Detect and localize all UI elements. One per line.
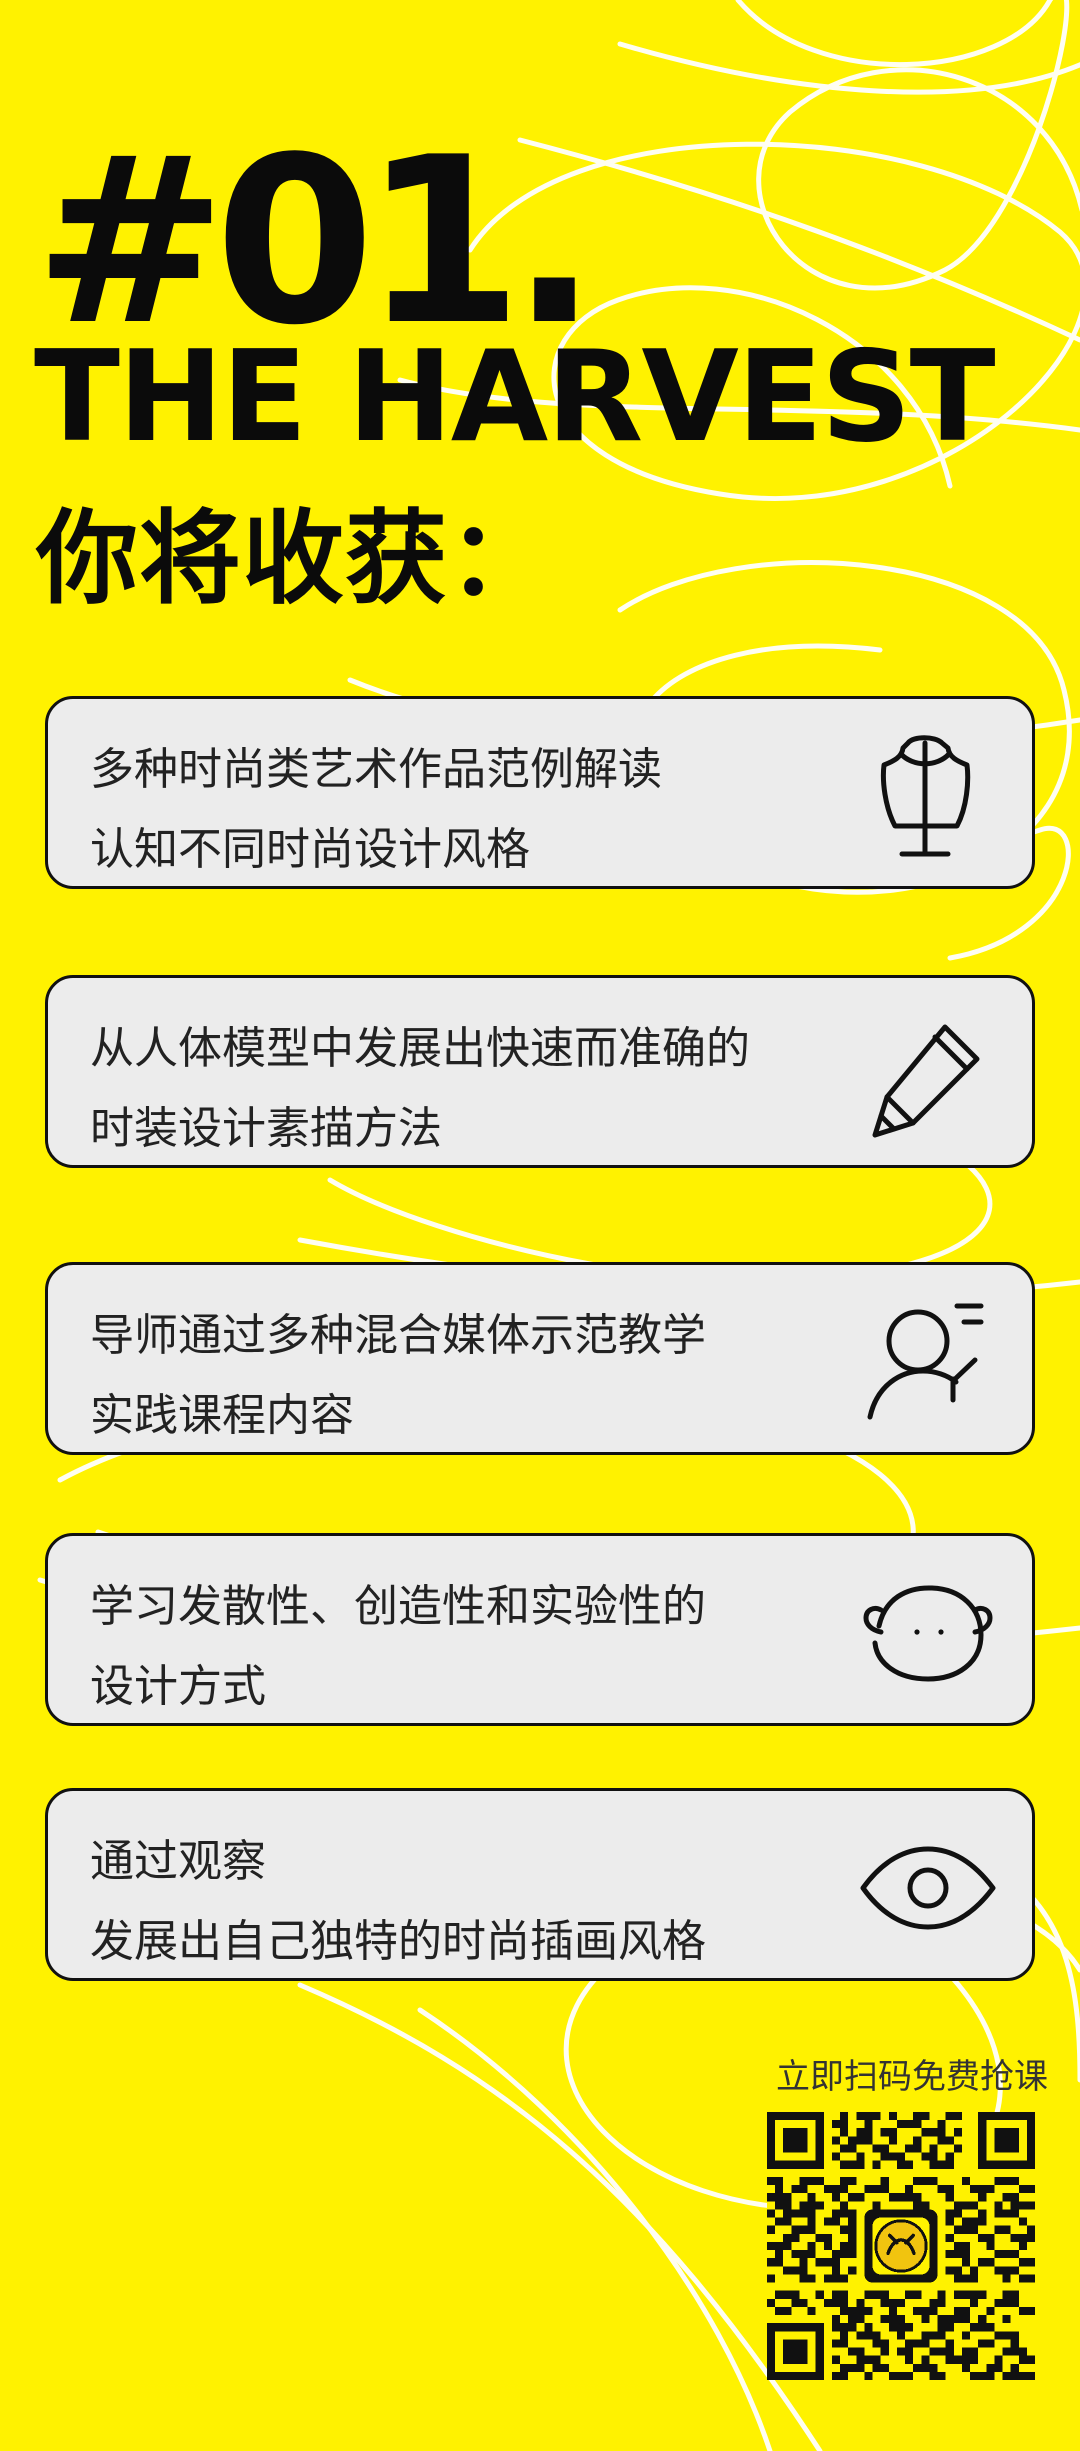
eye-icon (860, 1846, 996, 1930)
hero-title: THE HARVEST (34, 323, 996, 470)
benefit-card-line: 实践课程内容 (90, 1390, 354, 1441)
benefit-card-line: 发展出自己独特的时尚插画风格 (90, 1916, 706, 1967)
benefit-card-text: 学习发散性、创造性和实验性的 设计方式 (90, 1567, 850, 1723)
benefit-card-line: 从人体模型中发展出快速而准确的 (90, 1023, 750, 1074)
instructor-icon (867, 1303, 984, 1420)
benefit-card-art-reading: 多种时尚类艺术作品范例解读 认知不同时尚设计风格 (45, 696, 1035, 889)
benefit-card-line: 学习发散性、创造性和实验性的 (90, 1581, 706, 1632)
hero-subtitle: 你将收获： (36, 500, 551, 619)
benefit-card-line: 设计方式 (90, 1661, 266, 1712)
benefit-card-drawing-method: 从人体模型中发展出快速而准确的 时装设计素描方法 (45, 975, 1035, 1168)
benefit-card-line: 通过观察 (90, 1836, 266, 1887)
benefit-card-mixed-media: 导师通过多种混合媒体示范教学 实践课程内容 (45, 1262, 1035, 1455)
benefit-card-line: 认知不同时尚设计风格 (90, 824, 530, 875)
benefit-card-observation-style: 通过观察 发展出自己独特的时尚插画风格 (45, 1788, 1035, 1981)
benefit-card-text: 从人体模型中发展出快速而准确的 时装设计素描方法 (90, 1009, 850, 1165)
benefit-card-text: 导师通过多种混合媒体示范教学 实践课程内容 (90, 1296, 850, 1452)
benefit-card-design-thinking: 学习发散性、创造性和实验性的 设计方式 (45, 1533, 1035, 1726)
scan-cta-text: 立即扫码免费抢课 (776, 2057, 1048, 2097)
benefit-card-line: 多种时尚类艺术作品范例解读 (90, 744, 662, 795)
benefit-card-text: 通过观察 发展出自己独特的时尚插画风格 (90, 1822, 850, 1978)
benefit-card-line: 时装设计素描方法 (90, 1103, 442, 1154)
promo-page: #01. THE HARVEST 你将收获： 多种时尚类艺术作品范例解读 认知不… (0, 0, 1080, 2451)
benefit-card-line: 导师通过多种混合媒体示范教学 (90, 1310, 706, 1361)
qr-code-icon[interactable] (767, 2112, 1035, 2380)
dress-form-icon (880, 735, 971, 857)
face-icon (863, 1585, 993, 1682)
benefit-card-text: 多种时尚类艺术作品范例解读 认知不同时尚设计风格 (90, 730, 850, 886)
pencil-icon (872, 1024, 980, 1138)
